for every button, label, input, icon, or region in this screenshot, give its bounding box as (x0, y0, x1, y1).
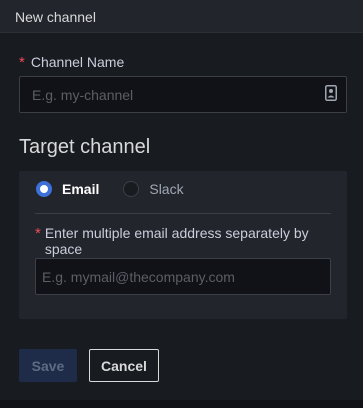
radio-slack-label: Slack (149, 181, 184, 197)
divider (35, 213, 331, 214)
radio-email-label: Email (62, 181, 100, 197)
cancel-button[interactable]: Cancel (89, 349, 159, 382)
required-mark: * (19, 53, 25, 71)
email-addresses-label-text: Enter multiple email address separately … (44, 225, 309, 257)
channel-name-label: * Channel Name (19, 54, 124, 70)
new-channel-modal: New channel * Channel Name Target channe… (0, 0, 363, 400)
radio-option-email[interactable]: Email (36, 181, 99, 197)
radio-email-checked[interactable] (36, 181, 52, 197)
required-mark: * (35, 225, 41, 242)
channel-name-input[interactable] (19, 76, 347, 113)
email-addresses-input[interactable] (35, 258, 331, 295)
channel-name-label-text: Channel Name (30, 54, 125, 70)
radio-option-slack[interactable]: Slack (123, 181, 184, 197)
target-channel-panel: Email Slack * Enter multiple email addre… (19, 171, 347, 319)
save-button[interactable]: Save (19, 349, 77, 382)
channel-type-radio-group: Email Slack (36, 181, 208, 197)
email-addresses-label: * Enter multiple email address separatel… (35, 225, 335, 257)
target-channel-title: Target channel (19, 136, 151, 158)
id-card-icon (325, 85, 337, 101)
modal-header: New channel (0, 0, 363, 33)
radio-slack-unchecked[interactable] (123, 181, 140, 197)
modal-title: New channel (15, 9, 96, 25)
